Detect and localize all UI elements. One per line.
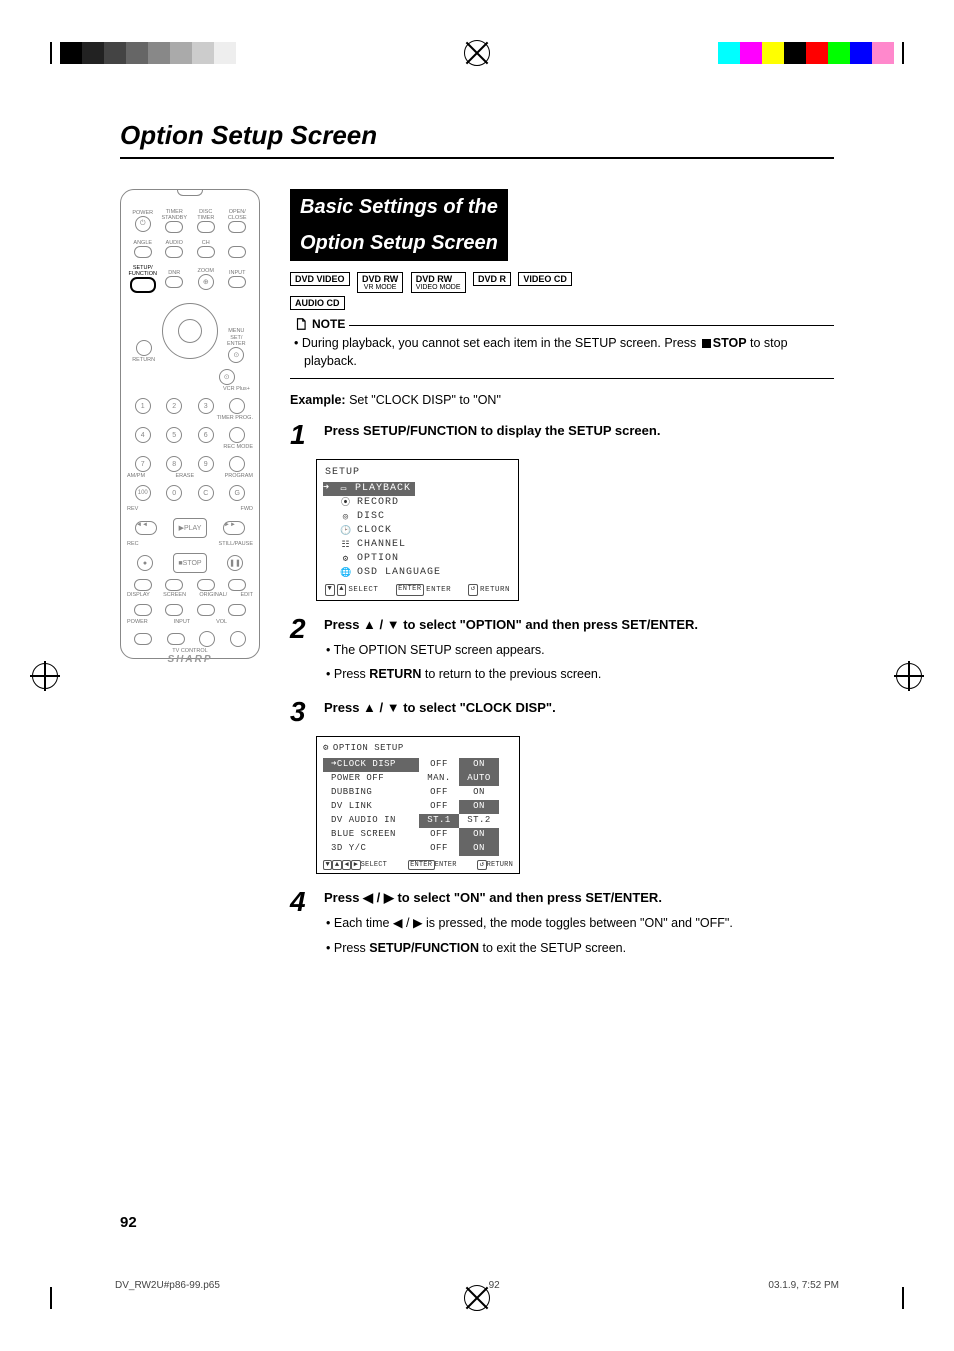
step-2: 2 Press ▲ / ▼ to select "OPTION" and the…	[290, 615, 834, 684]
osd-option-row: POWER OFFMAN.AUTO	[323, 772, 513, 786]
page-title: Option Setup Screen	[120, 120, 834, 159]
page-number: 92	[120, 1214, 137, 1231]
print-registration-bottom	[0, 1285, 954, 1351]
osd-option-row: DV AUDIO INST.1ST.2	[323, 814, 513, 828]
document-icon	[294, 317, 308, 331]
stop-icon	[702, 339, 711, 348]
osd-option-row: 3D Y/COFFON	[323, 842, 513, 856]
note-box: NOTE • During playback, you cannot set e…	[290, 325, 834, 379]
osd-option-setup-screen: ⚙OPTION SETUP ➜CLOCK DISPOFFON POWER OFF…	[316, 736, 520, 874]
disc-compatibility-badges: DVD VIDEO DVD RWVR MODE DVD RWVIDEO MODE…	[290, 269, 834, 311]
print-registration-right	[896, 663, 922, 689]
remote-brand: SHARP	[167, 654, 212, 673]
osd-option-row: DUBBINGOFFON	[323, 786, 513, 800]
remote-illustration: POWER⏻ TIMER STANDBY DISC TIMER OPEN/ CL…	[120, 189, 260, 957]
section-heading: Basic Settings of the Option Setup Scree…	[290, 189, 834, 261]
osd-option-row: BLUE SCREENOFFON	[323, 828, 513, 842]
osd-option-row: DV LINKOFFON	[323, 800, 513, 814]
osd-option-row: ➜CLOCK DISPOFFON	[323, 758, 513, 772]
print-registration-top	[0, 0, 954, 66]
osd-setup-screen: SETUP ➜▭PLAYBACK ⦿RECORD ◎DISC 🕑CLOCK ☷C…	[316, 459, 519, 601]
example-text: Example: Set "CLOCK DISP" to "ON"	[290, 393, 834, 407]
print-registration-left	[32, 663, 58, 689]
step-4: 4 Press ◀ / ▶ to select "ON" and then pr…	[290, 888, 834, 957]
step-1: 1 Press SETUP/FUNCTION to display the SE…	[290, 421, 834, 449]
step-3: 3 Press ▲ / ▼ to select "CLOCK DISP".	[290, 698, 834, 726]
